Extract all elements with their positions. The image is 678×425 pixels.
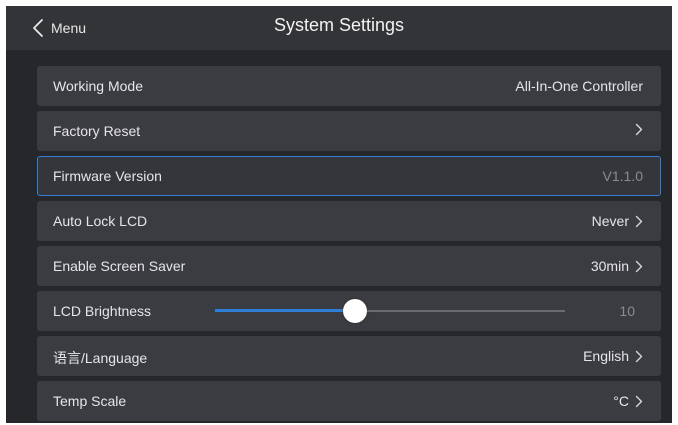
setting-label: 语言/Language bbox=[53, 350, 148, 366]
setting-label: Auto Lock LCD bbox=[53, 213, 148, 229]
slider-thumb[interactable] bbox=[343, 299, 367, 323]
brightness-value: 10 bbox=[619, 303, 635, 319]
setting-label: Working Mode bbox=[53, 78, 144, 94]
firmware-version-value: V1.1.0 bbox=[602, 168, 643, 184]
setting-language[interactable]: 语言/Language English bbox=[37, 336, 661, 376]
setting-value: All-In-One Controller bbox=[515, 78, 643, 94]
setting-firmware-version[interactable]: Firmware Version V1.1.0 bbox=[37, 156, 661, 196]
brightness-slider[interactable] bbox=[215, 299, 565, 323]
settings-list: Working Mode All-In-One Controller Facto… bbox=[37, 66, 661, 423]
setting-auto-lock-lcd[interactable]: Auto Lock LCD Never bbox=[37, 201, 661, 241]
setting-label: Temp Scale bbox=[53, 393, 127, 409]
auto-lock-value: Never bbox=[591, 213, 629, 229]
setting-label: Firmware Version bbox=[53, 168, 162, 184]
chevron-right-icon bbox=[635, 260, 643, 273]
setting-value bbox=[629, 123, 643, 136]
settings-screen: Menu System Settings Working Mode All-In… bbox=[6, 6, 672, 423]
screen-saver-value: 30min bbox=[590, 258, 629, 274]
setting-working-mode[interactable]: Working Mode All-In-One Controller bbox=[37, 66, 661, 106]
title-bar: Menu System Settings bbox=[6, 6, 672, 50]
setting-value: °C bbox=[613, 393, 643, 409]
setting-label: Factory Reset bbox=[53, 123, 141, 139]
setting-value: V1.1.0 bbox=[603, 168, 643, 184]
chevron-right-icon bbox=[635, 350, 643, 363]
setting-factory-reset[interactable]: Factory Reset bbox=[37, 111, 661, 151]
language-value: English bbox=[583, 348, 629, 364]
setting-temp-scale[interactable]: Temp Scale °C bbox=[37, 381, 661, 421]
chevron-right-icon bbox=[635, 123, 643, 136]
chevron-right-icon bbox=[635, 395, 643, 408]
page-title: System Settings bbox=[273, 15, 405, 35]
chevron-right-icon bbox=[635, 215, 643, 228]
slider-fill bbox=[215, 309, 355, 312]
setting-lcd-brightness: LCD Brightness 10 bbox=[37, 291, 661, 331]
working-mode-value: All-In-One Controller bbox=[515, 78, 643, 94]
setting-value: English bbox=[583, 348, 643, 364]
setting-label: LCD Brightness bbox=[53, 303, 152, 319]
setting-value: Never bbox=[592, 213, 643, 229]
setting-label: Enable Screen Saver bbox=[53, 258, 186, 274]
setting-screen-saver[interactable]: Enable Screen Saver 30min bbox=[37, 246, 661, 286]
setting-value: 30min bbox=[591, 258, 643, 274]
temp-scale-value: °C bbox=[613, 393, 629, 409]
